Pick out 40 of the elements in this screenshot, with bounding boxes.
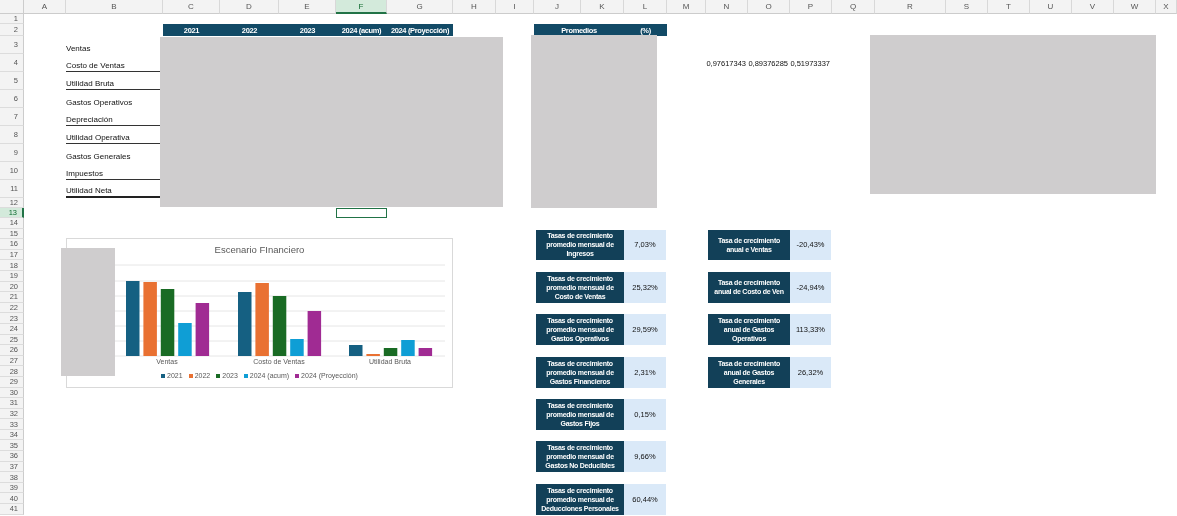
column-header[interactable]: W: [1114, 0, 1156, 14]
bar: [195, 303, 210, 356]
column-header[interactable]: E: [279, 0, 336, 14]
bar: [178, 323, 192, 356]
column-header[interactable]: A: [24, 0, 66, 14]
column-header[interactable]: T: [988, 0, 1030, 14]
column-header[interactable]: B: [66, 0, 163, 14]
bar: [272, 296, 287, 356]
column-header[interactable]: H: [453, 0, 496, 14]
column-header[interactable]: R: [875, 0, 946, 14]
bar: [383, 348, 398, 356]
column-header[interactable]: I: [496, 0, 534, 14]
column-header[interactable]: L: [624, 0, 667, 14]
column-header[interactable]: N: [706, 0, 748, 14]
column-header[interactable]: V: [1072, 0, 1114, 14]
line-item-label: Gastos Generales: [66, 151, 132, 162]
line-item-label: Ventas: [66, 43, 92, 54]
column-header[interactable]: C: [163, 0, 220, 14]
bar: [401, 340, 415, 356]
bar: [349, 345, 363, 356]
bar: [418, 348, 433, 356]
bar: [290, 339, 304, 356]
chart-title: Escenario FInanciero: [214, 244, 305, 255]
column-header[interactable]: G: [387, 0, 453, 14]
column-header[interactable]: X: [1156, 0, 1177, 14]
bar: [238, 292, 252, 356]
column-header[interactable]: D: [220, 0, 279, 14]
column-header[interactable]: P: [790, 0, 832, 14]
line-item-label: Gastos Operativos: [66, 97, 134, 108]
column-header[interactable]: U: [1030, 0, 1072, 14]
column-header[interactable]: M: [667, 0, 706, 14]
bar: [307, 311, 322, 356]
bar: [160, 289, 175, 356]
selected-cell[interactable]: [336, 208, 387, 218]
column-header[interactable]: Q: [832, 0, 875, 14]
column-header[interactable]: O: [748, 0, 790, 14]
column-header[interactable]: F: [336, 0, 387, 14]
column-header[interactable]: K: [581, 0, 624, 14]
column-header[interactable]: J: [534, 0, 581, 14]
column-header[interactable]: S: [946, 0, 988, 14]
